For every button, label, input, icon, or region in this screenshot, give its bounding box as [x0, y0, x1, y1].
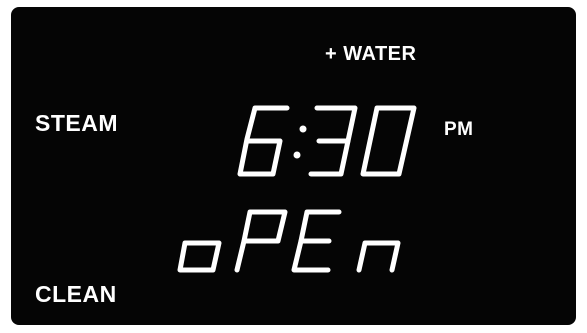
status-digits [177, 209, 401, 273]
digit-0 [360, 105, 417, 177]
digit-E [291, 209, 342, 273]
clock-time-digits [237, 105, 417, 177]
time-period-indicator: PM [444, 119, 474, 140]
oven-display-panel: + WATER STEAM CLEAN PM 6:30 [11, 7, 576, 325]
digit-6 [237, 105, 290, 177]
digit-o [177, 240, 222, 273]
digit-n [356, 240, 401, 273]
clock-time-text: 6:30 [11, 7, 12, 8]
steam-indicator: STEAM [35, 110, 118, 136]
add-water-indicator: + WATER [325, 43, 417, 65]
digit-P [234, 209, 288, 273]
digit-3 [308, 105, 358, 177]
status-text: oPEn [11, 7, 12, 8]
clean-indicator: CLEAN [35, 281, 117, 307]
time-colon [293, 125, 307, 159]
